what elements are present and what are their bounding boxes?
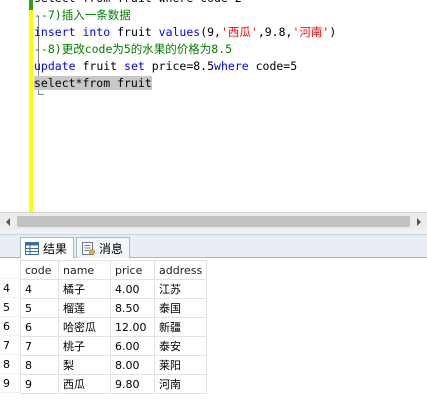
cell-address[interactable]: 河南	[153, 374, 208, 394]
sql-text: code=5	[248, 59, 298, 73]
table-row[interactable]: 7 桃子 6.00 泰安	[20, 336, 208, 356]
table-row[interactable]: 8 梨 8.00 莱阳	[20, 355, 208, 375]
horizontal-scrollbar[interactable]	[0, 212, 427, 229]
outline-bracket-end	[38, 94, 44, 95]
cell-name[interactable]: 橘子	[58, 279, 111, 299]
row-number[interactable]: 4	[0, 279, 20, 298]
sql-comment: --7)插入一条数据	[34, 8, 131, 22]
table-row[interactable]: 9 西瓜 9.80 河南	[20, 374, 208, 394]
cell-name[interactable]: 榴莲	[58, 298, 111, 318]
change-marker	[29, 0, 33, 212]
row-number-column: 456789	[0, 260, 20, 393]
sql-keyword: insert into	[34, 25, 111, 39]
row-number[interactable]: 6	[0, 317, 20, 336]
code-line[interactable]: --7)插入一条数据	[34, 7, 427, 24]
tab-results-label: 结果	[43, 242, 68, 256]
column-header-code[interactable]: code	[20, 260, 59, 280]
code-line[interactable]: insert into fruit values(9,'西瓜',9.8,'河南'…	[34, 24, 427, 41]
cell-code[interactable]: 8	[20, 355, 59, 375]
sql-text: select*from fruit where code=2	[34, 0, 242, 5]
header-row: code name price address	[20, 260, 208, 280]
cell-address[interactable]: 泰国	[153, 298, 208, 318]
tab-messages-label: 消息	[99, 241, 124, 256]
sql-string: '河南'	[292, 25, 330, 39]
saved-marker	[29, 0, 33, 10]
code-line[interactable]: update fruit set price=8.5where code=5	[34, 58, 427, 75]
cell-name[interactable]: 桃子	[58, 336, 111, 356]
sql-editor[interactable]: select*from fruit where code=2 --7)插入一条数据…	[0, 0, 427, 212]
results-tab-bar: 结果 消息	[0, 235, 427, 259]
sql-keyword: set	[124, 59, 145, 73]
cell-address[interactable]: 泰安	[153, 336, 208, 356]
sql-keyword: values	[158, 25, 201, 39]
sql-string: '西瓜'	[220, 25, 258, 39]
cell-price[interactable]: 8.00	[110, 355, 155, 375]
table-row[interactable]: 6 哈密瓜 12.00 新疆	[20, 317, 208, 337]
tab-messages[interactable]: 消息	[76, 237, 131, 258]
grid-icon	[25, 242, 39, 255]
row-number[interactable]: 9	[0, 374, 20, 393]
column-header-name[interactable]: name	[58, 260, 111, 280]
sql-text: select*from fruit	[34, 76, 152, 90]
column-header-address[interactable]: address	[153, 260, 208, 280]
editor-gutter	[0, 0, 33, 212]
sql-text: price=8.5	[144, 59, 215, 73]
tab-results[interactable]: 结果	[20, 237, 75, 259]
cell-address[interactable]: 新疆	[153, 317, 208, 337]
sql-text: fruit	[75, 59, 125, 73]
code-line[interactable]: select*from fruit	[34, 75, 427, 92]
cell-name[interactable]: 梨	[58, 355, 111, 375]
code-line[interactable]: select*from fruit where code=2	[34, 0, 427, 7]
cell-price[interactable]: 6.00	[110, 336, 155, 356]
code-area[interactable]: select*from fruit where code=2 --7)插入一条数据…	[34, 0, 427, 92]
row-number[interactable]: 7	[0, 336, 20, 355]
cell-code[interactable]: 6	[20, 317, 59, 337]
cell-code[interactable]: 4	[20, 279, 59, 299]
sql-comment: --8)更改code为5的水果的价格为8.5	[34, 42, 233, 56]
cell-price[interactable]: 4.00	[110, 279, 155, 299]
sql-keyword: where	[214, 59, 249, 73]
code-line[interactable]: --8)更改code为5的水果的价格为8.5	[34, 41, 427, 58]
sql-text: ,9.8,	[257, 25, 293, 39]
scrollbar-thumb[interactable]	[17, 216, 410, 227]
row-number-header	[0, 260, 20, 279]
cell-address[interactable]: 江苏	[153, 279, 208, 299]
row-number[interactable]: 8	[0, 355, 20, 374]
message-icon	[82, 241, 95, 255]
cell-code[interactable]: 9	[20, 374, 59, 394]
results-grid[interactable]: 456789 code name price address 4 橘子 4.00 江苏 5 榴莲…	[0, 258, 427, 402]
table-row[interactable]: 5 榴莲 8.50 泰国	[20, 298, 208, 318]
cell-code[interactable]: 7	[20, 336, 59, 356]
sql-text: fruit	[110, 25, 159, 39]
cell-price[interactable]: 12.00	[110, 317, 155, 337]
table-row[interactable]: 4 橘子 4.00 江苏	[20, 279, 208, 299]
scroll-left-button[interactable]	[1, 215, 15, 228]
sql-keyword: update	[34, 59, 76, 73]
row-number[interactable]: 5	[0, 298, 20, 317]
scroll-right-button[interactable]	[412, 215, 426, 228]
cell-price[interactable]: 9.80	[110, 374, 155, 394]
arrow-left-icon	[6, 217, 10, 226]
cell-price[interactable]: 8.50	[110, 298, 155, 318]
cell-name[interactable]: 哈密瓜	[58, 317, 111, 337]
results-table: code name price address 4 橘子 4.00 江苏 5 榴莲 8.50 泰国 6…	[20, 260, 208, 394]
arrow-right-icon	[417, 217, 421, 226]
sql-text: (9,	[200, 25, 221, 39]
sql-text: )	[329, 25, 337, 39]
cell-name[interactable]: 西瓜	[58, 374, 111, 394]
column-header-price[interactable]: price	[110, 260, 155, 280]
cell-address[interactable]: 莱阳	[153, 355, 208, 375]
cell-code[interactable]: 5	[20, 298, 59, 318]
